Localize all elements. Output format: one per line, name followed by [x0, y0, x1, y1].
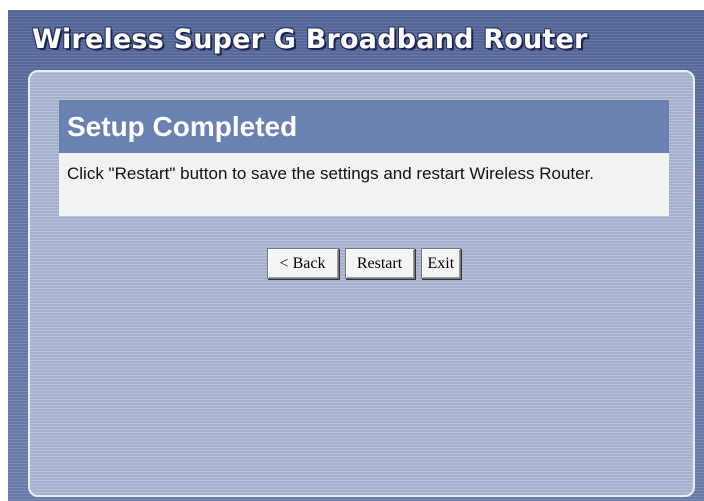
button-row: < Back Restart Exit: [30, 248, 697, 279]
restart-button[interactable]: Restart: [344, 248, 415, 279]
message-box: Click "Restart" button to save the setti…: [59, 153, 669, 216]
heading-bar: Setup Completed: [59, 100, 669, 153]
back-button[interactable]: < Back: [266, 248, 339, 279]
content-panel: Setup Completed Click "Restart" button t…: [28, 70, 695, 497]
page-title: Setup Completed: [67, 111, 298, 142]
exit-button[interactable]: Exit: [420, 248, 461, 279]
setup-message: Click "Restart" button to save the setti…: [67, 164, 595, 183]
router-frame: Wireless Super G Broadband Router Setup …: [8, 10, 704, 501]
app-title: Wireless Super G Broadband Router: [32, 24, 588, 55]
